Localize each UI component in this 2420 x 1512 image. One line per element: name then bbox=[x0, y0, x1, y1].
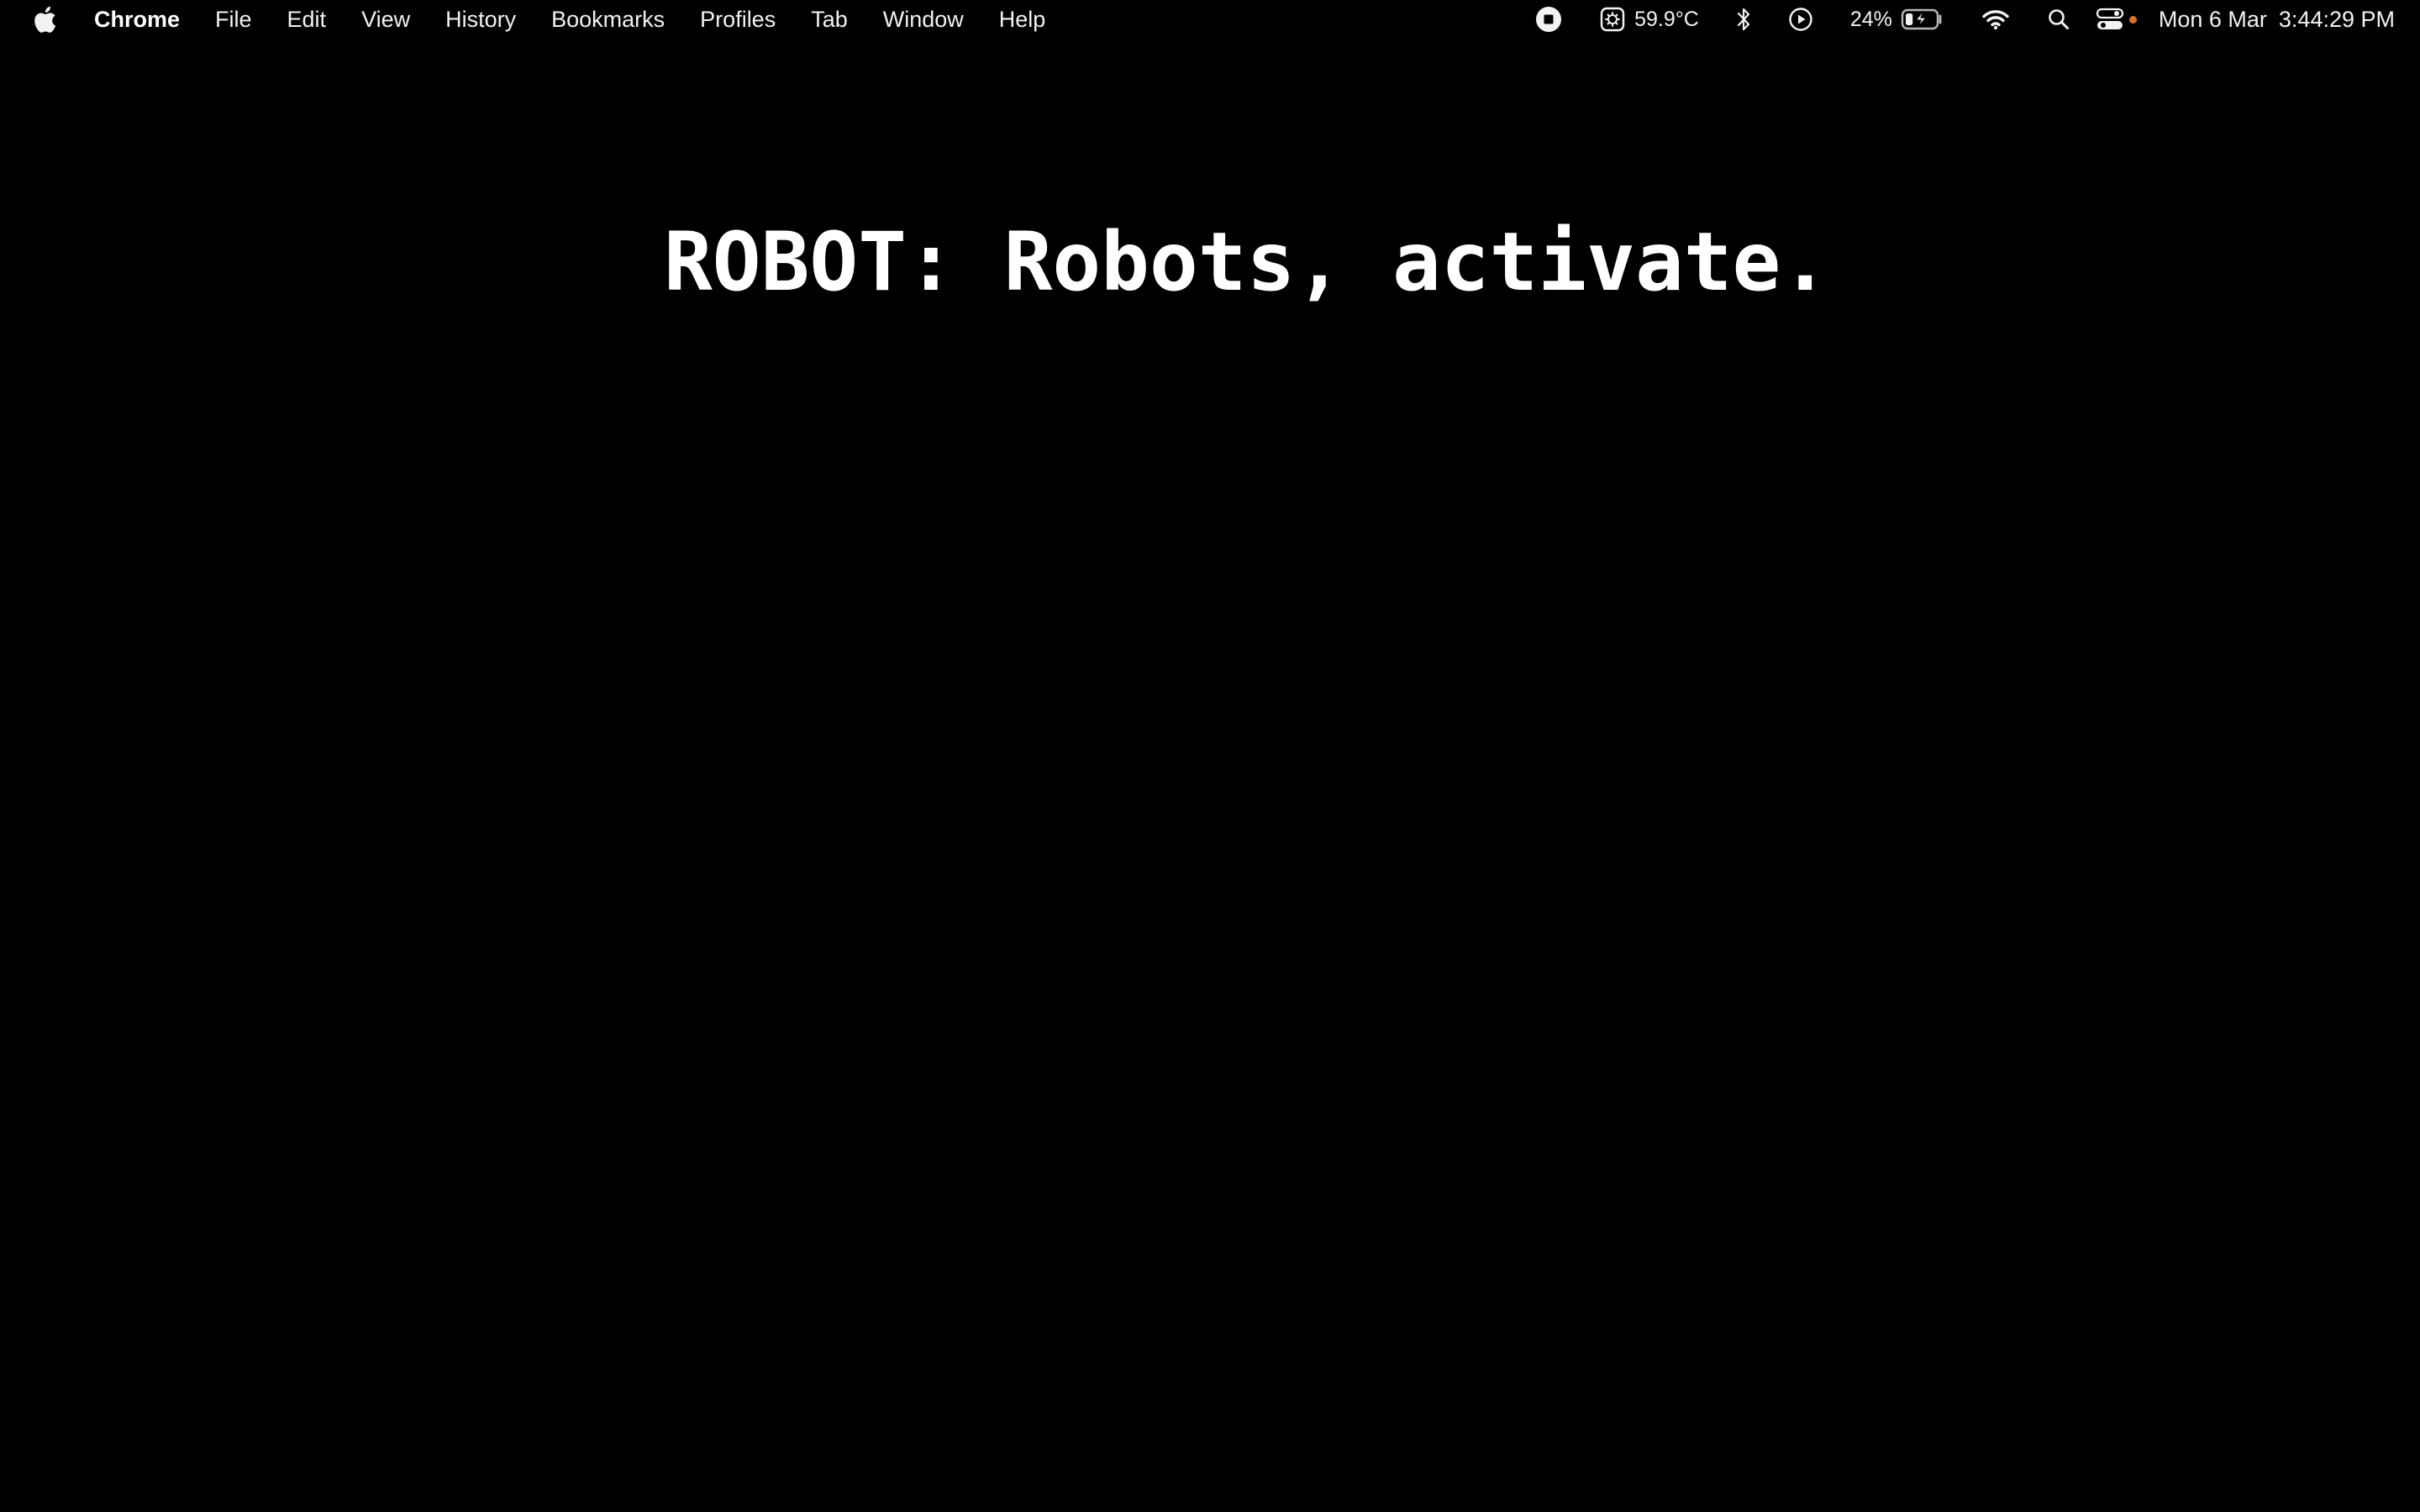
menu-help[interactable]: Help bbox=[999, 0, 1046, 39]
menu-view[interactable]: View bbox=[361, 0, 410, 39]
menu-edit[interactable]: Edit bbox=[287, 0, 327, 39]
menu-profiles[interactable]: Profiles bbox=[700, 0, 776, 39]
menu-tab[interactable]: Tab bbox=[811, 0, 848, 39]
battery-charging-icon[interactable] bbox=[1901, 8, 1944, 31]
search-icon[interactable] bbox=[2047, 8, 2070, 31]
bluetooth-icon[interactable] bbox=[1736, 7, 1751, 32]
status-items: 59.9°C 24% Mon 6 Mar 3:44:29 PM bbox=[1535, 0, 2395, 39]
apple-logo-icon[interactable] bbox=[32, 5, 57, 34]
control-center-icon[interactable] bbox=[2096, 7, 2124, 32]
subtitle-caption: ROBOT: Robots, activate. bbox=[664, 215, 1830, 309]
cpu-temperature-icon[interactable] bbox=[1599, 6, 1626, 33]
menu-bar-right: 59.9°C 24% Mon 6 Mar 3:44:29 PM bbox=[1535, 0, 2395, 39]
wifi-icon[interactable] bbox=[1981, 8, 2010, 30]
clock-date[interactable]: Mon 6 Mar bbox=[2159, 7, 2267, 33]
menu-app-chrome[interactable]: Chrome bbox=[94, 0, 180, 39]
page-content: ROBOT: Robots, activate. bbox=[0, 39, 2420, 1512]
play-icon[interactable] bbox=[1788, 7, 1813, 32]
clock-time[interactable]: 3:44:29 PM bbox=[2279, 7, 2395, 33]
menu-bar-left: Chrome File Edit View History Bookmarks … bbox=[32, 0, 1081, 39]
menu-bar: Chrome File Edit View History Bookmarks … bbox=[0, 0, 2420, 39]
menu-window[interactable]: Window bbox=[883, 0, 964, 39]
privacy-indicator-dot bbox=[2128, 15, 2137, 24]
menu-file[interactable]: File bbox=[215, 0, 252, 39]
temperature-value: 59.9°C bbox=[1634, 7, 1699, 31]
menu-bookmarks[interactable]: Bookmarks bbox=[551, 0, 665, 39]
menu-history[interactable]: History bbox=[445, 0, 516, 39]
battery-percent: 24% bbox=[1849, 7, 1892, 31]
screen-record-stop-icon[interactable] bbox=[1535, 6, 1562, 33]
